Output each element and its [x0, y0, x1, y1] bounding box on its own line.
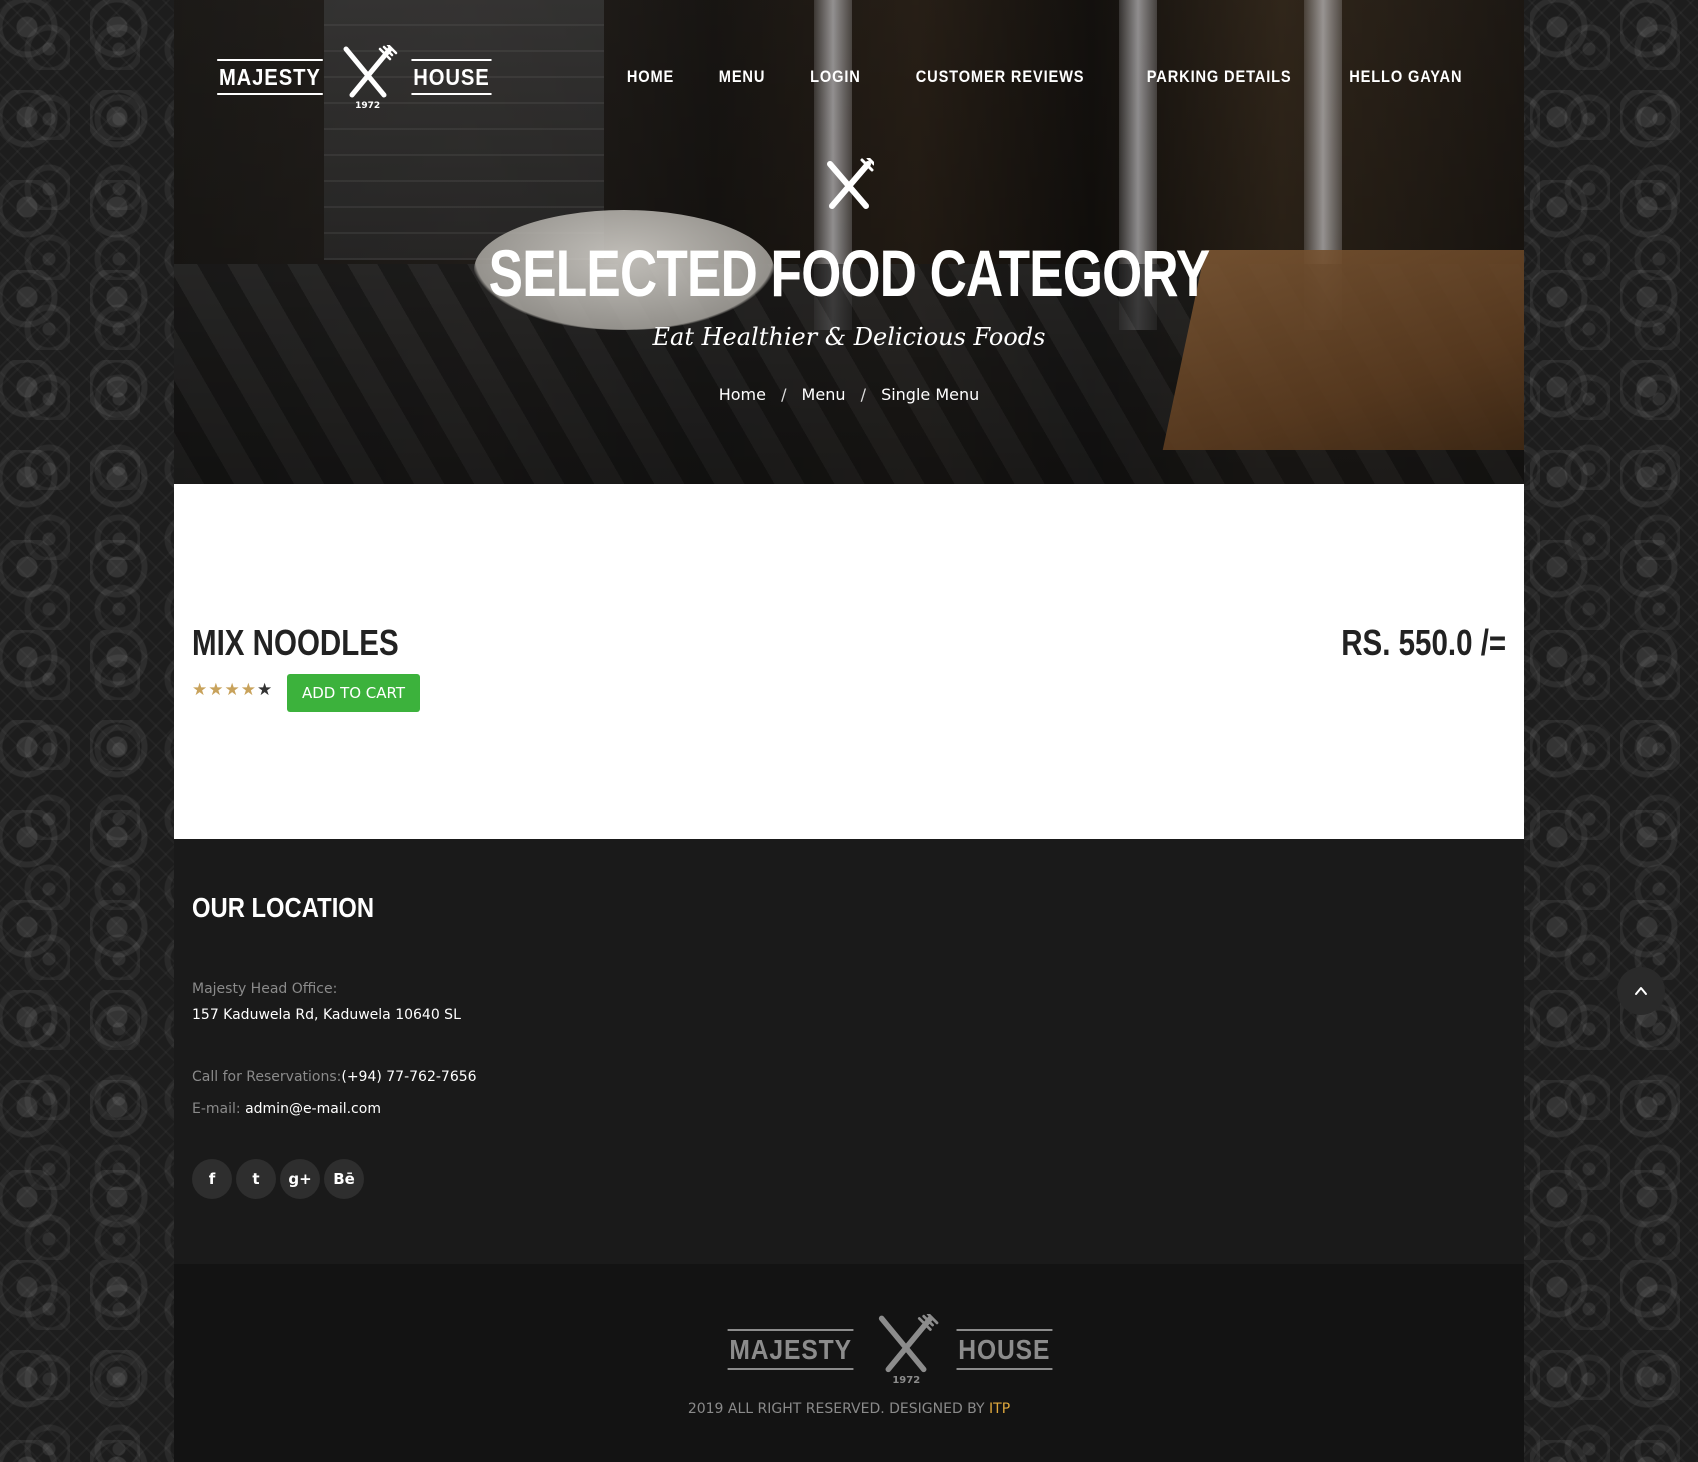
star-icon: ★	[208, 680, 224, 700]
logo-left-word: MAJESTY	[727, 1328, 854, 1370]
item-name: MIX NOODLES	[192, 622, 399, 663]
copyright: 2019 ALL RIGHT RESERVED. DESIGNED BY ITP	[174, 1401, 1524, 1417]
menu-item-section: MIX NOODLES RS. 550.0 /= ★ ★ ★ ★ ★ ADD T…	[174, 484, 1524, 839]
main-nav: HOME MENU LOGIN CUSTOMER REVIEWS PARKING…	[623, 67, 1472, 87]
copyright-text: 2019 ALL RIGHT RESERVED. DESIGNED BY	[687, 1401, 990, 1417]
reservation-phone[interactable]: (+94) 77-762-7656	[341, 1069, 476, 1085]
office-address: 157 Kaduwela Rd, Kaduwela 10640 SL	[192, 1007, 461, 1023]
breadcrumb-current: Single Menu	[881, 385, 980, 404]
twitter-icon[interactable]: t	[236, 1159, 276, 1199]
logo-year: 1972	[892, 1375, 921, 1386]
location-title: OUR LOCATION	[192, 892, 375, 923]
office-label: Majesty Head Office:	[192, 981, 338, 997]
fork-knife-logo-icon: 1972	[870, 1312, 942, 1386]
logo-year: 1972	[355, 101, 381, 111]
star-empty-icon: ★	[257, 680, 273, 700]
breadcrumb-separator: /	[781, 385, 787, 404]
footer-logo[interactable]: MAJESTY 1972 HOUSE	[719, 1312, 1059, 1386]
fork-knife-icon	[827, 158, 874, 209]
footer: MAJESTY 1972 HOUSE 2019 ALL RIGHT RESERV…	[174, 1264, 1524, 1462]
page-title: SELECTED FOOD CATEGORY	[488, 236, 1211, 310]
item-rating: ★ ★ ★ ★ ★	[192, 680, 272, 700]
logo-right-word: HOUSE	[956, 1328, 1053, 1370]
nav-home[interactable]: HOME	[627, 67, 674, 87]
scroll-to-top-button[interactable]	[1617, 967, 1665, 1015]
nav-menu[interactable]: MENU	[719, 67, 765, 87]
add-to-cart-button[interactable]: ADD TO CART	[287, 674, 420, 712]
page: MAJESTY 1972 HOUSE HOME MENU LOGIN CUSTO…	[174, 0, 1524, 1462]
nav-customer-reviews[interactable]: CUSTOMER REVIEWS	[916, 67, 1085, 87]
logo-left-word: MAJESTY	[217, 59, 323, 95]
breadcrumb: Home / Menu / Single Menu	[174, 385, 1524, 404]
logo-right-word: HOUSE	[411, 59, 491, 95]
star-icon: ★	[224, 680, 240, 700]
site-logo[interactable]: MAJESTY 1972 HOUSE	[210, 43, 496, 111]
breadcrumb-menu[interactable]: Menu	[802, 385, 846, 404]
chevron-up-icon	[1635, 987, 1647, 995]
item-price: RS. 550.0 /=	[1341, 622, 1506, 663]
star-icon: ★	[192, 680, 208, 700]
hero-banner: MAJESTY 1972 HOUSE HOME MENU LOGIN CUSTO…	[174, 0, 1524, 484]
breadcrumb-separator: /	[860, 385, 866, 404]
nav-parking-details[interactable]: PARKING DETAILS	[1147, 67, 1292, 87]
google-plus-icon[interactable]: g+	[280, 1159, 320, 1199]
facebook-icon[interactable]: f	[192, 1159, 232, 1199]
email-link[interactable]: admin@e-mail.com	[245, 1101, 381, 1117]
reservation-line: Call for Reservations:(+94) 77-762-7656	[192, 1069, 477, 1085]
behance-icon[interactable]: Bē	[324, 1159, 364, 1199]
email-line: E-mail: admin@e-mail.com	[192, 1101, 381, 1117]
reservation-label: Call for Reservations:	[192, 1069, 342, 1085]
fork-knife-logo-icon: 1972	[338, 43, 398, 111]
star-icon: ★	[240, 680, 256, 700]
page-subtitle: Eat Healthier & Delicious Foods	[652, 323, 1046, 351]
email-label: E-mail:	[192, 1101, 241, 1117]
designer-link[interactable]: ITP	[989, 1401, 1010, 1417]
nav-login[interactable]: LOGIN	[810, 67, 861, 87]
nav-user-greeting[interactable]: HELLO GAYAN	[1350, 67, 1463, 87]
location-section: OUR LOCATION Majesty Head Office: 157 Ka…	[174, 839, 1524, 1264]
social-links: f t g+ Bē	[192, 1159, 364, 1199]
breadcrumb-home[interactable]: Home	[719, 385, 766, 404]
